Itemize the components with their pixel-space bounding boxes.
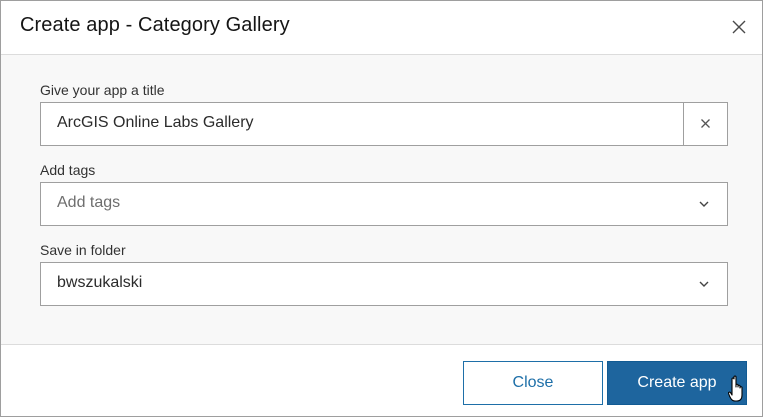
hand-pointer-icon bbox=[728, 375, 743, 402]
dialog-footer: Close Create app bbox=[1, 345, 762, 416]
clear-title-button[interactable] bbox=[683, 103, 727, 145]
app-title-value[interactable]: ArcGIS Online Labs Gallery bbox=[57, 114, 254, 132]
chevron-down-icon[interactable] bbox=[698, 199, 710, 209]
create-app-button[interactable]: Create app bbox=[607, 361, 747, 405]
title-field-label: Give your app a title bbox=[40, 82, 165, 98]
create-app-dialog: Create app - Category Gallery Give your … bbox=[0, 0, 763, 417]
app-title-input[interactable]: ArcGIS Online Labs Gallery bbox=[40, 102, 728, 146]
dialog-body: Give your app a title ArcGIS Online Labs… bbox=[1, 55, 762, 345]
folder-field-label: Save in folder bbox=[40, 242, 126, 258]
chevron-down-icon[interactable] bbox=[698, 279, 710, 289]
dialog-title: Create app - Category Gallery bbox=[20, 14, 290, 36]
folder-select[interactable]: bwszukalski bbox=[40, 262, 728, 306]
tags-field-label: Add tags bbox=[40, 162, 96, 178]
folder-value: bwszukalski bbox=[57, 274, 143, 291]
close-button[interactable]: Close bbox=[463, 361, 603, 405]
clear-icon bbox=[701, 119, 710, 128]
dialog-header: Create app - Category Gallery bbox=[1, 1, 762, 55]
close-icon[interactable] bbox=[727, 15, 751, 39]
tags-placeholder: Add tags bbox=[57, 194, 121, 211]
tags-combobox[interactable]: Add tags bbox=[40, 182, 728, 226]
